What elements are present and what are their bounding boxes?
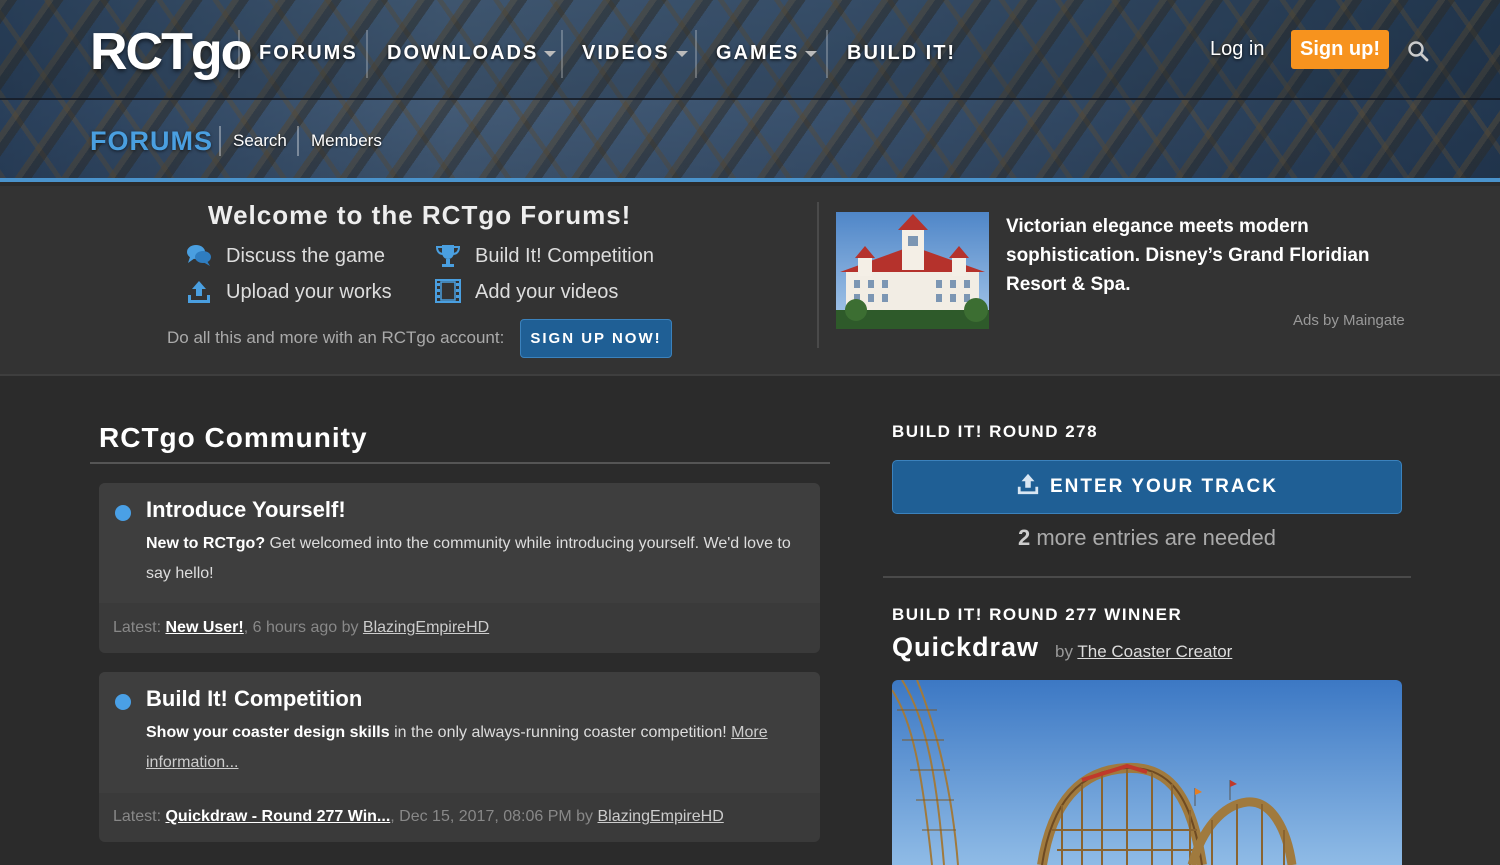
feature-discuss-label: Discuss the game bbox=[226, 245, 385, 267]
latest-label: Latest: bbox=[113, 808, 162, 825]
unread-dot-icon bbox=[115, 505, 131, 521]
feature-videos: Add your videos bbox=[435, 279, 619, 304]
nav-build-it[interactable]: BUILD IT! bbox=[847, 42, 956, 65]
nav-games-label: GAMES bbox=[716, 42, 800, 64]
subnav-search-link[interactable]: Search bbox=[233, 131, 287, 151]
forum-description: Show your coaster design skills in the o… bbox=[146, 718, 806, 778]
chat-icon bbox=[187, 245, 211, 266]
nav-forums-label: FORUMS bbox=[259, 42, 358, 64]
forum-description-text: in the only always-running coaster compe… bbox=[389, 724, 732, 741]
subnav-divider bbox=[297, 126, 299, 156]
nav-divider bbox=[695, 30, 697, 78]
ad-attribution[interactable]: Ads by Maingate bbox=[1293, 312, 1405, 329]
nav-divider bbox=[826, 30, 828, 78]
latest-label: Latest: bbox=[113, 619, 162, 636]
entries-text: more entries are needed bbox=[1030, 525, 1277, 550]
forum-card: Build It! Competition Show your coaster … bbox=[99, 672, 820, 842]
nav-games[interactable]: GAMES bbox=[716, 42, 818, 65]
forum-description-bold: Show your coaster design skills bbox=[146, 724, 390, 741]
latest-user-link[interactable]: BlazingEmpireHD bbox=[363, 619, 489, 636]
ad-image[interactable] bbox=[836, 212, 989, 329]
latest-thread-link[interactable]: Quickdraw - Round 277 Win... bbox=[165, 808, 390, 825]
nav-divider bbox=[366, 30, 368, 78]
forum-card-body: Build It! Competition Show your coaster … bbox=[99, 672, 820, 793]
feature-videos-label: Add your videos bbox=[475, 281, 619, 303]
ad-text[interactable]: Victorian elegance meets modern sophisti… bbox=[1006, 212, 1406, 299]
search-icon[interactable] bbox=[1407, 40, 1429, 62]
winner-heading: BUILD IT! ROUND 277 WINNER bbox=[892, 605, 1183, 624]
feature-build-it: Build It! Competition bbox=[435, 245, 654, 268]
build-it-round-heading: BUILD IT! ROUND 278 bbox=[892, 422, 1099, 441]
feature-upload-label: Upload your works bbox=[226, 281, 392, 303]
latest-user-link[interactable]: BlazingEmpireHD bbox=[598, 808, 724, 825]
community-title: RCTgo Community bbox=[99, 422, 368, 453]
winner-by-label: by bbox=[1055, 642, 1078, 661]
caret-down-icon bbox=[544, 50, 557, 57]
forum-card-body: Introduce Yourself! New to RCTgo? Get we… bbox=[99, 483, 820, 603]
feature-upload: Upload your works bbox=[188, 281, 392, 304]
enter-track-label: ENTER YOUR TRACK bbox=[1050, 476, 1278, 497]
site-header: RCTgo FORUMS DOWNLOADS VIDEOS GAMES BUIL… bbox=[0, 0, 1500, 182]
signup-now-button[interactable]: SIGN UP NOW! bbox=[520, 319, 672, 358]
welcome-banner: Welcome to the RCTgo Forums! Discuss the… bbox=[0, 186, 1500, 376]
entries-count: 2 bbox=[1017, 525, 1031, 550]
community-divider bbox=[90, 462, 830, 464]
forum-title[interactable]: Introduce Yourself! bbox=[146, 497, 346, 523]
winner-name[interactable]: Quickdraw bbox=[892, 632, 1039, 663]
winner-screenshot[interactable] bbox=[892, 680, 1402, 865]
signup-button[interactable]: Sign up! bbox=[1291, 30, 1389, 69]
nav-build-it-label: BUILD IT! bbox=[847, 42, 957, 64]
welcome-divider bbox=[817, 202, 819, 348]
forum-title[interactable]: Build It! Competition bbox=[146, 686, 362, 712]
feature-build-it-label: Build It! Competition bbox=[475, 245, 654, 267]
upload-icon bbox=[188, 281, 210, 303]
enter-track-button[interactable]: ENTER YOUR TRACK bbox=[892, 460, 1402, 514]
forums-section-title[interactable]: FORUMS bbox=[90, 126, 213, 157]
top-navbar: RCTgo FORUMS DOWNLOADS VIDEOS GAMES BUIL… bbox=[0, 0, 1500, 100]
feature-discuss: Discuss the game bbox=[187, 245, 385, 268]
nav-videos[interactable]: VIDEOS bbox=[582, 42, 688, 65]
nav-downloads-label: DOWNLOADS bbox=[387, 42, 539, 64]
winner-author-link[interactable]: The Coaster Creator bbox=[1077, 642, 1232, 661]
forum-latest: Latest: New User!, 6 hours ago by Blazin… bbox=[113, 619, 489, 637]
login-link[interactable]: Log in bbox=[1210, 38, 1265, 61]
entries-needed: 2 more entries are needed bbox=[892, 525, 1402, 551]
caret-down-icon bbox=[675, 50, 688, 57]
welcome-prompt: Do all this and more with an RCTgo accou… bbox=[167, 328, 505, 347]
forum-card: Introduce Yourself! New to RCTgo? Get we… bbox=[99, 483, 820, 653]
nav-downloads[interactable]: DOWNLOADS bbox=[387, 42, 557, 65]
site-logo[interactable]: RCTgo bbox=[90, 22, 252, 82]
nav-forums[interactable]: FORUMS bbox=[259, 42, 358, 65]
upload-icon bbox=[1017, 473, 1039, 495]
winner-byline: by The Coaster Creator bbox=[1055, 642, 1232, 662]
welcome-title: Welcome to the RCTgo Forums! bbox=[208, 200, 632, 230]
unread-dot-icon bbox=[115, 694, 131, 710]
subnav-divider bbox=[219, 126, 221, 156]
sidebar-divider bbox=[883, 576, 1411, 578]
forum-description: New to RCTgo? Get welcomed into the comm… bbox=[146, 529, 806, 589]
film-icon bbox=[435, 279, 461, 303]
nav-divider bbox=[238, 30, 240, 78]
nav-divider bbox=[561, 30, 563, 78]
subnav-members-link[interactable]: Members bbox=[311, 131, 382, 151]
nav-videos-label: VIDEOS bbox=[582, 42, 670, 64]
caret-down-icon bbox=[805, 50, 818, 57]
latest-thread-link[interactable]: New User! bbox=[165, 619, 243, 636]
forum-description-bold: New to RCTgo? bbox=[146, 535, 266, 552]
forum-latest: Latest: Quickdraw - Round 277 Win..., De… bbox=[113, 808, 724, 826]
trophy-icon bbox=[435, 245, 461, 267]
latest-time: , 6 hours ago by bbox=[243, 619, 363, 636]
latest-time: , Dec 15, 2017, 08:06 PM by bbox=[390, 808, 598, 825]
